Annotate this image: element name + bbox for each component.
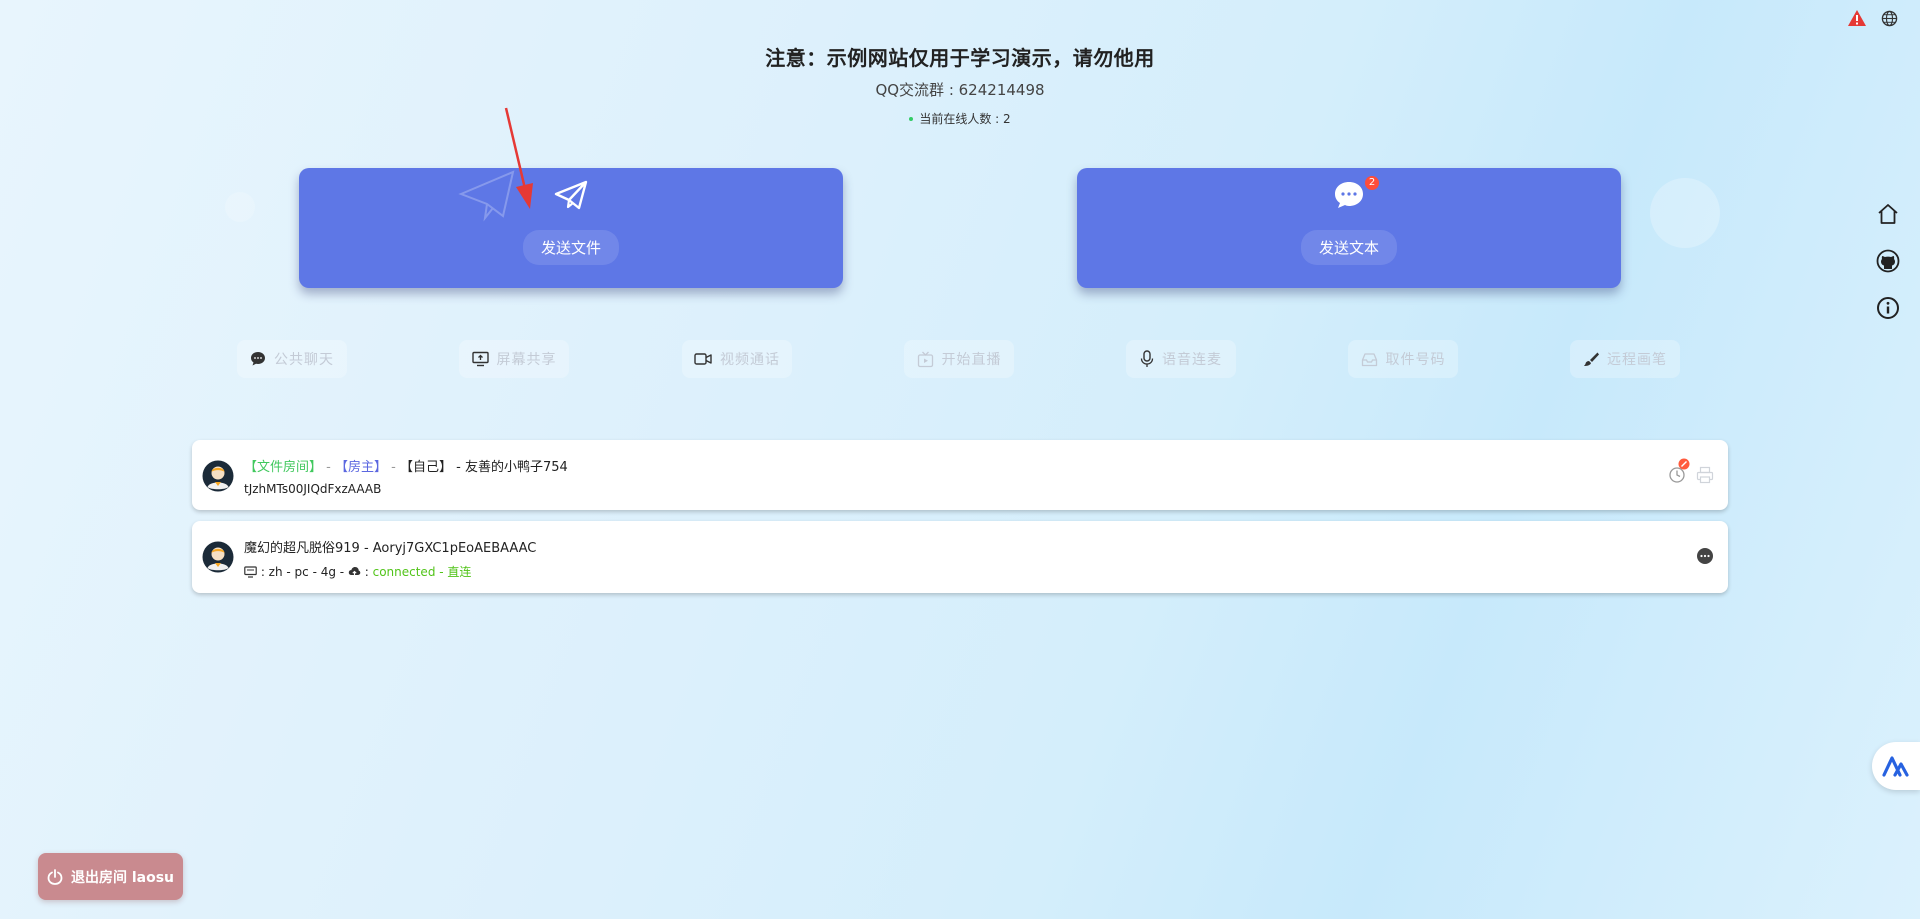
qq-group-text: QQ交流群 : 624214498 [875, 81, 1045, 99]
info-icon[interactable] [1876, 296, 1900, 320]
feature-live-stream[interactable]: 开始直播 [904, 340, 1014, 378]
device-info: : zh - pc - 4g - [257, 564, 348, 579]
row-actions [1696, 547, 1714, 565]
send-text-card[interactable]: 2 发送文本 [1077, 168, 1621, 288]
feature-label: 取件号码 [1385, 352, 1446, 368]
feature-screen-share[interactable]: 屏幕共享 [459, 340, 569, 378]
feature-label: 屏幕共享 [496, 352, 557, 368]
user-meta: : zh - pc - 4g - : connected - 直连 [244, 563, 471, 580]
send-text-button[interactable]: 发送文本 [1300, 230, 1398, 265]
user-id: tJzhMTs00JIQdFxzAAAB [244, 482, 382, 496]
feature-pickup-code[interactable]: 取件号码 [1348, 340, 1458, 378]
separator: : [360, 564, 373, 579]
send-file-button[interactable]: 发送文件 [522, 230, 620, 265]
user-title: 魔幻的超凡脱俗919 - Aoryj7GXC1pEoAEBAAAC [244, 541, 537, 556]
side-toolbar [1876, 202, 1900, 320]
feature-video-call[interactable]: 视频通话 [682, 340, 792, 378]
inbox-icon [1361, 352, 1377, 366]
globe-icon[interactable] [1881, 10, 1898, 27]
monitor-icon [244, 565, 257, 578]
exit-room-button[interactable]: 退出房间 laosu [38, 853, 183, 900]
row-actions [1668, 458, 1714, 484]
notice-title: 注意：示例网站仅用于学习演示，请勿他用 [765, 46, 1155, 70]
connection-status: connected - 直连 [372, 565, 472, 579]
host-tag: 【房主】 [334, 460, 387, 475]
red-arrow-icon [504, 107, 533, 209]
decorative-bubble [1650, 178, 1720, 248]
screen-share-icon [471, 351, 489, 367]
decorative-bubble [225, 192, 255, 222]
feature-label: 公共聊天 [274, 352, 334, 368]
user-name: - 友善的小鸭子754 [451, 460, 568, 475]
user-title: 【文件房间】 - 【房主】 - 【自己】 - 友善的小鸭子754 [244, 456, 568, 475]
github-icon[interactable] [1876, 249, 1900, 273]
feature-public-chat[interactable]: 公共聊天 [237, 340, 347, 378]
online-dot-icon [909, 116, 914, 121]
paper-plane-icon [554, 180, 588, 210]
feature-remote-brush[interactable]: 远程画笔 [1570, 340, 1680, 378]
feature-label: 远程画笔 [1607, 352, 1667, 368]
exit-room-label: 退出房间 laosu [70, 869, 175, 886]
online-count: 当前在线人数 : 2 [0, 110, 1920, 127]
ai-assistant-button[interactable] [1872, 742, 1920, 790]
warning-icon[interactable] [1847, 9, 1867, 27]
user-row-self: 【文件房间】 - 【房主】 - 【自己】 - 友善的小鸭子754 tJzhMTs… [192, 440, 1728, 510]
self-tag: 【自己】 [399, 460, 452, 475]
home-icon[interactable] [1876, 202, 1900, 226]
avatar [202, 460, 234, 492]
chat-icon [251, 352, 265, 366]
live-icon [917, 351, 933, 367]
top-right-toolbar [1847, 9, 1898, 27]
error-badge-icon [1678, 458, 1690, 470]
online-count-text: 当前在线人数 : 2 [919, 112, 1011, 126]
avatar [202, 541, 234, 573]
ai-logo-icon [1882, 756, 1909, 777]
separator: - [322, 460, 335, 475]
feature-label: 视频通话 [720, 352, 780, 368]
chat-bubble-icon [1335, 182, 1363, 208]
chat-icon[interactable] [1696, 547, 1714, 565]
video-icon [694, 353, 712, 365]
room-tag: 【文件房间】 [244, 460, 323, 475]
feature-label: 语音连麦 [1162, 352, 1222, 368]
user-row-peer: 魔幻的超凡脱俗919 - Aoryj7GXC1pEoAEBAAAC : zh -… [192, 521, 1728, 593]
send-file-card[interactable]: 发送文件 [299, 168, 843, 288]
separator: - [387, 460, 400, 475]
feature-voice[interactable]: 语音连麦 [1126, 340, 1236, 378]
brush-icon [1584, 352, 1599, 366]
unread-badge: 2 [1365, 176, 1379, 190]
power-icon [47, 868, 63, 885]
upload-cloud-icon [348, 566, 361, 577]
printer-icon[interactable] [1696, 466, 1714, 484]
page-header: 注意：示例网站仅用于学习演示，请勿他用 QQ交流群 : 624214498 当前… [0, 42, 1920, 127]
mic-icon [1140, 350, 1154, 367]
feature-label: 开始直播 [941, 352, 1002, 368]
history-button[interactable] [1668, 458, 1690, 483]
